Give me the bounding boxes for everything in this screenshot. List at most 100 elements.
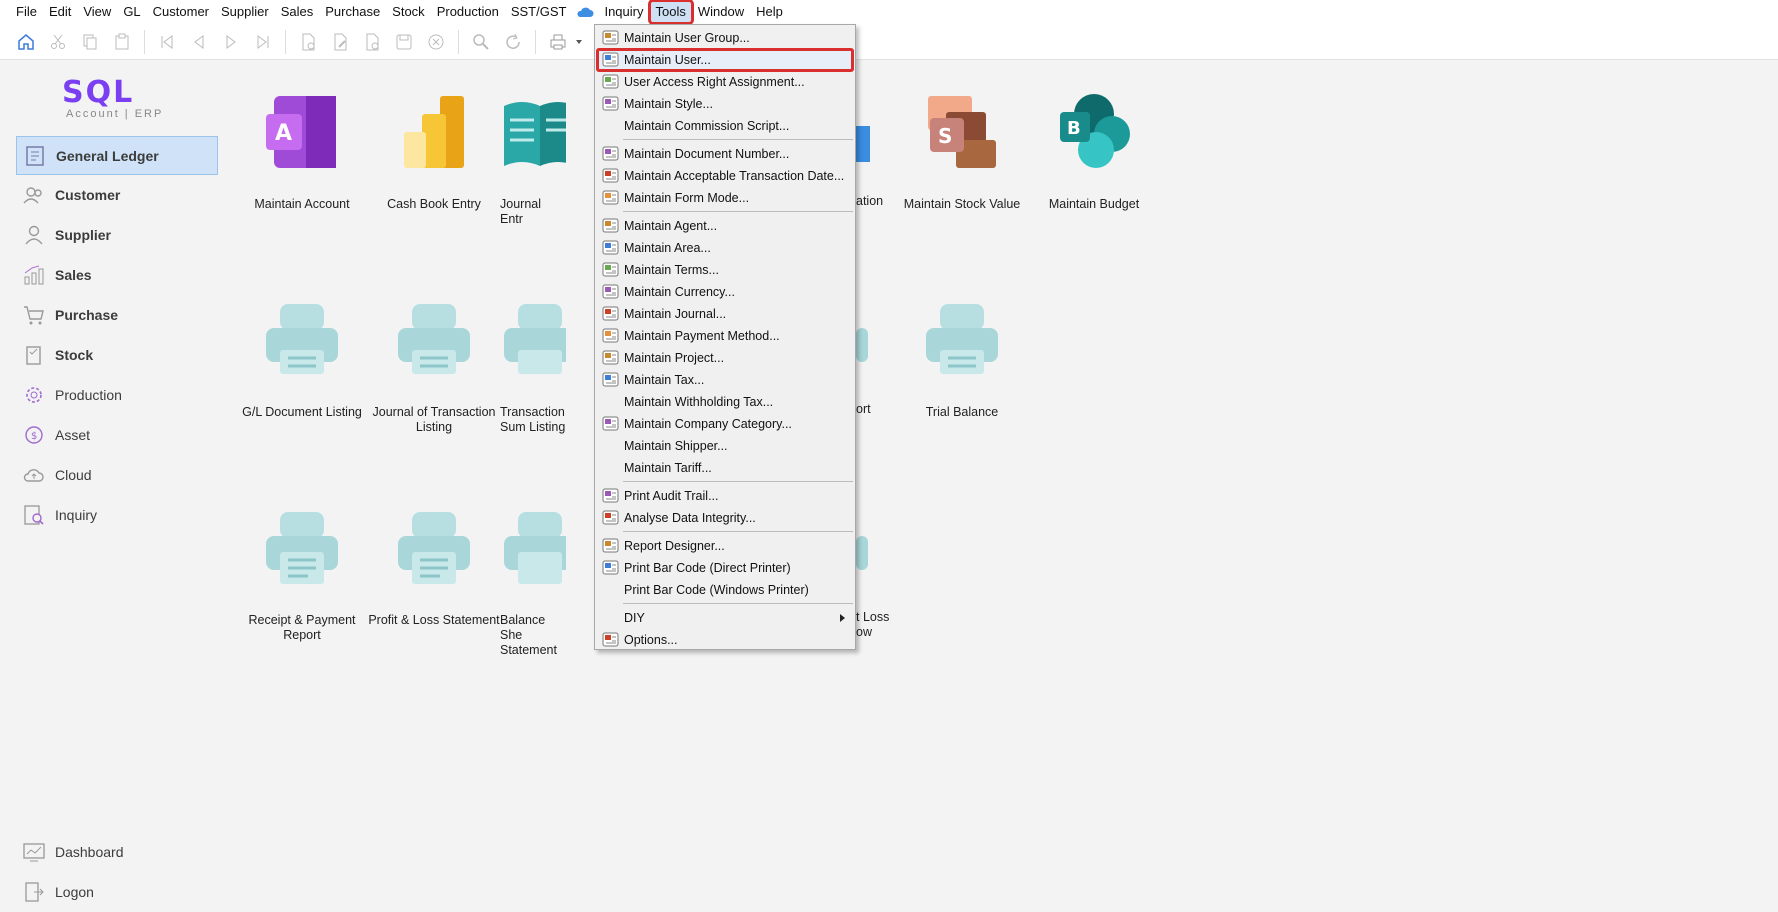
menu-item-maintain-project[interactable]: Maintain Project... (597, 347, 853, 369)
first-record-icon[interactable] (156, 31, 178, 53)
sidebar-item-purchase[interactable]: Purchase (16, 295, 218, 335)
menu-item-label: Print Bar Code (Direct Printer) (624, 561, 791, 575)
printer-report-icon (856, 536, 868, 570)
prev-record-icon[interactable] (188, 31, 210, 53)
menu-item-maintain-tax[interactable]: Maintain Tax... (597, 369, 853, 391)
menu-item-maintain-acceptable-transaction-date[interactable]: Maintain Acceptable Transaction Date... (597, 165, 853, 187)
dashboard-icon (23, 843, 45, 862)
stock-value-icon: S (928, 96, 996, 168)
home-icon[interactable] (15, 31, 37, 53)
menu-file[interactable]: File (10, 1, 43, 23)
menu-item-maintain-commission-script[interactable]: Maintain Commission Script... (597, 115, 853, 137)
last-record-icon[interactable] (252, 31, 274, 53)
menu-item-maintain-company-category[interactable]: Maintain Company Category... (597, 413, 853, 435)
menu-inquiry[interactable]: Inquiry (598, 1, 649, 23)
tile-journal-of-transaction-listing[interactable]: Journal of Transaction Listing (368, 300, 500, 435)
sidebar-item-inquiry[interactable]: Inquiry (16, 495, 218, 535)
tile-receipt-payment-report[interactable]: Receipt & Payment Report (236, 508, 368, 643)
menu-item-maintain-payment-method[interactable]: Maintain Payment Method... (597, 325, 853, 347)
menu-customer[interactable]: Customer (147, 1, 215, 23)
sidebar-item-dashboard[interactable]: Dashboard (16, 832, 218, 872)
menu-item-analyse-data-integrity[interactable]: Analyse Data Integrity... (597, 507, 853, 529)
menu-item-maintain-terms[interactable]: Maintain Terms... (597, 259, 853, 281)
menu-item-maintain-form-mode[interactable]: Maintain Form Mode... (597, 187, 853, 209)
sidebar-item-asset[interactable]: $ Asset (16, 415, 218, 455)
sidebar-item-production[interactable]: Production (16, 375, 218, 415)
menu-item-label: Analyse Data Integrity... (624, 511, 756, 525)
cancel-icon[interactable] (425, 31, 447, 53)
printer-report-icon (398, 512, 470, 584)
menu-item-label: Maintain Tariff... (624, 461, 712, 475)
menu-separator (623, 481, 853, 482)
menu-item-maintain-journal[interactable]: Maintain Journal... (597, 303, 853, 325)
sidebar-item-sales[interactable]: Sales (16, 255, 218, 295)
menu-sst-gst[interactable]: SST/GST (505, 1, 573, 23)
menu-item-diy[interactable]: DIY (597, 607, 853, 629)
tile-partial[interactable]: ort (856, 300, 900, 417)
menu-item-print-bar-code-direct-printer[interactable]: Print Bar Code (Direct Printer) (597, 557, 853, 579)
sidebar-item-general-ledger[interactable]: General Ledger (16, 136, 218, 175)
sidebar-item-customer[interactable]: Customer (16, 175, 218, 215)
tile-journal-entry[interactable]: Journal Entr (500, 92, 566, 227)
menu-item-maintain-currency[interactable]: Maintain Currency... (597, 281, 853, 303)
copy-icon[interactable] (79, 31, 101, 53)
menu-item-label: Maintain Style... (624, 97, 713, 111)
menu-item-options[interactable]: Options... (597, 629, 853, 651)
tile-balance-sheet-statement[interactable]: Balance She Statement (500, 508, 566, 658)
sidebar-item-stock[interactable]: Stock (16, 335, 218, 375)
svg-text:$: $ (31, 431, 37, 442)
sales-icon (24, 265, 44, 285)
menu-item-print-bar-code-windows-printer[interactable]: Print Bar Code (Windows Printer) (597, 579, 853, 601)
menu-item-maintain-shipper[interactable]: Maintain Shipper... (597, 435, 853, 457)
save-icon[interactable] (393, 31, 415, 53)
tile-profit-loss-statement[interactable]: Profit & Loss Statement (368, 508, 500, 628)
delete-document-icon[interactable] (361, 31, 383, 53)
tile-transaction-summary-listing[interactable]: Transaction Sum Listing (500, 300, 566, 435)
menu-item-icon (602, 52, 619, 67)
tile-trial-balance[interactable]: Trial Balance (896, 300, 1028, 420)
edit-document-icon[interactable] (329, 31, 351, 53)
menu-item-maintain-document-number[interactable]: Maintain Document Number... (597, 143, 853, 165)
search-icon[interactable] (470, 31, 492, 53)
menu-item-maintain-user[interactable]: Maintain User... (596, 48, 854, 72)
menu-item-print-audit-trail[interactable]: Print Audit Trail... (597, 485, 853, 507)
tile-partial[interactable]: ation (856, 92, 900, 209)
menu-help[interactable]: Help (750, 1, 789, 23)
tile-partial[interactable]: t Loss ow (856, 508, 900, 640)
refresh-icon[interactable] (502, 31, 524, 53)
menu-item-maintain-withholding-tax[interactable]: Maintain Withholding Tax... (597, 391, 853, 413)
chevron-down-icon[interactable] (574, 37, 584, 47)
tile-maintain-budget[interactable]: B Maintain Budget (1028, 92, 1160, 212)
menu-gl[interactable]: GL (117, 1, 146, 23)
menu-item-maintain-user-group[interactable]: Maintain User Group... (597, 27, 853, 49)
menu-purchase[interactable]: Purchase (319, 1, 386, 23)
tile-cash-book-entry[interactable]: Cash Book Entry (368, 92, 500, 212)
menu-tools[interactable]: Tools (647, 0, 694, 25)
menu-item-user-access-right-assignment[interactable]: User Access Right Assignment... (597, 71, 853, 93)
cut-icon[interactable] (47, 31, 69, 53)
menu-item-maintain-agent[interactable]: Maintain Agent... (597, 215, 853, 237)
menu-supplier[interactable]: Supplier (215, 1, 275, 23)
sidebar-item-supplier[interactable]: Supplier (16, 215, 218, 255)
cloud-icon[interactable] (576, 7, 594, 18)
menu-sales[interactable]: Sales (275, 1, 320, 23)
tile-maintain-account[interactable]: A Maintain Account (236, 92, 368, 212)
menu-item-maintain-area[interactable]: Maintain Area... (597, 237, 853, 259)
next-record-icon[interactable] (220, 31, 242, 53)
menu-item-maintain-style[interactable]: Maintain Style... (597, 93, 853, 115)
new-document-icon[interactable] (297, 31, 319, 53)
menu-edit[interactable]: Edit (43, 1, 77, 23)
tile-maintain-stock-value[interactable]: S Maintain Stock Value (896, 92, 1028, 212)
menu-view[interactable]: View (77, 1, 117, 23)
sidebar-item-cloud[interactable]: Cloud (16, 455, 218, 495)
menu-production[interactable]: Production (431, 1, 505, 23)
paste-icon[interactable] (111, 31, 133, 53)
sidebar-item-logon[interactable]: Logon (16, 872, 218, 912)
menu-window[interactable]: Window (692, 1, 750, 23)
tile-gl-document-listing[interactable]: G/L Document Listing (236, 300, 368, 420)
print-icon[interactable] (547, 31, 569, 53)
menu-item-report-designer[interactable]: Report Designer... (597, 535, 853, 557)
menu-stock[interactable]: Stock (386, 1, 431, 23)
menu-item-maintain-tariff[interactable]: Maintain Tariff... (597, 457, 853, 479)
menu-item-label: DIY (624, 611, 645, 625)
